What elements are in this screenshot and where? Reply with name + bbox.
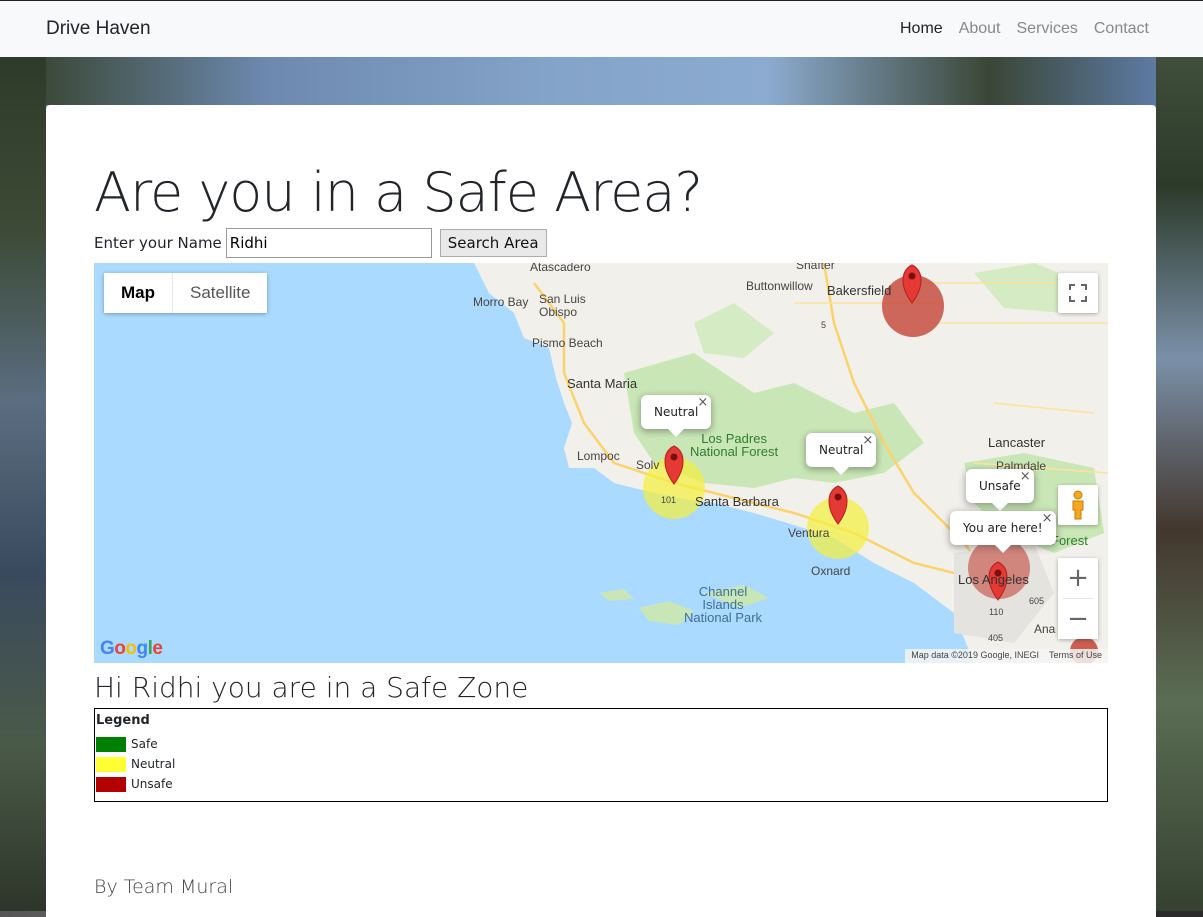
zoom-control: + − [1058,558,1098,639]
pegman-icon [1072,490,1084,520]
label-channel-islands: Channel Islands National Park [684,584,763,625]
legend-item-unsafe: Unsafe [96,774,1106,794]
nav-about[interactable]: About [951,20,1009,38]
route-110-shield: 110 [989,607,1004,617]
label-lancaster: Lancaster [988,435,1046,450]
name-label: Enter your Name [94,234,222,252]
street-view-pegman[interactable] [1058,485,1098,525]
legend-swatch-neutral [96,756,126,772]
route-405-shield: 405 [988,633,1004,643]
route-101-shield: 101 [661,495,677,505]
name-form: Enter your Name Search Area [94,228,547,258]
label-santa-maria: Santa Maria [567,376,638,391]
background-image-right [1156,57,1203,917]
label-atascadero: Atascadero [530,263,591,274]
label-morro-bay: Morro Bay [473,295,529,309]
infowindow-neutral-solvang[interactable]: Neutral × [641,395,712,437]
legend-item-neutral: Neutral [96,754,1106,774]
label-san-luis-obispo: San Luis Obispo [539,292,586,319]
close-icon[interactable]: × [1042,511,1053,526]
label-lompoc: Lompoc [577,449,620,463]
legend-swatch-unsafe [96,776,126,792]
legend-label: Unsafe [131,777,173,791]
map-type-control: Map Satellite [104,273,268,313]
label-anaheim: Ana [1034,622,1056,636]
infowindow-text: Unsafe [979,479,1021,493]
route-605-shield: 605 [1029,596,1045,606]
label-solvang: Solv [636,458,660,472]
close-icon[interactable]: × [1020,469,1031,484]
map-type-map-button[interactable]: Map [104,273,173,313]
map-data-credit: Map data ©2019 Google, INEGI [911,650,1039,660]
nav-links: Home About Services Contact [892,20,1157,38]
infowindow-you-are-here[interactable]: You are here! × [950,511,1056,553]
infowindow-text: You are here! [963,521,1043,535]
infowindow-text: Neutral [819,443,864,457]
close-icon[interactable]: × [697,395,708,410]
google-map[interactable]: Atascadero Shafter Buttonwillow Bakersfi… [94,263,1108,663]
label-los-angeles: Los Angeles [958,572,1029,587]
label-buttonwillow: Buttonwillow [746,279,813,293]
fullscreen-button[interactable] [1058,273,1098,313]
zoom-in-button[interactable]: + [1058,558,1098,598]
label-ventura: Ventura [788,526,830,540]
background-image-left [0,57,46,917]
infowindow-neutral-ventura[interactable]: Neutral × [806,433,877,475]
island-san-miguel [599,589,634,601]
route-5-shield: 5 [821,320,827,330]
zoom-out-button[interactable]: − [1058,599,1098,639]
label-shafter: Shafter [796,263,835,272]
legend-swatch-safe [96,736,126,752]
legend-title: Legend [96,713,150,728]
google-logo[interactable]: Google [100,638,163,660]
label-bakersfield: Bakersfield [827,283,892,298]
label-los-padres: Los Padres National Forest [690,431,779,459]
label-forest: Forest [1051,533,1088,548]
terms-of-use-link[interactable]: Terms of Use [1049,650,1102,662]
fullscreen-icon [1069,284,1087,302]
navbar: Drive Haven Home About Services Contact [0,0,1203,57]
name-input[interactable] [225,228,432,258]
map-base-layer [474,263,1108,663]
legend-item-safe: Safe [96,734,1106,754]
page-title: Are you in a Safe Area? [94,161,703,224]
label-santa-barbara: Santa Barbara [695,494,779,509]
map-attribution: Map data ©2019 Google, INEGI Terms of Us… [905,649,1108,663]
infowindow-text: Neutral [654,405,699,419]
map-type-satellite-button[interactable]: Satellite [173,273,268,313]
background-image-top [46,57,1156,105]
label-oxnard: Oxnard [811,564,851,578]
main-card: Are you in a Safe Area? Enter your Name … [46,105,1156,917]
label-pismo-beach: Pismo Beach [532,336,603,350]
legend-box: Legend Safe Neutral Unsafe [94,708,1108,802]
brand-link[interactable]: Drive Haven [46,18,151,40]
footer-credit: By Team Mural [94,876,234,898]
nav-services[interactable]: Services [1009,20,1086,38]
nav-contact[interactable]: Contact [1086,20,1157,38]
legend-label: Safe [131,737,158,751]
close-icon[interactable]: × [862,433,873,448]
nav-home[interactable]: Home [892,20,951,38]
search-area-button[interactable]: Search Area [439,229,547,257]
zone-result: Hi Ridhi you are in a Safe Zone [94,671,529,704]
legend-label: Neutral [131,757,176,771]
infowindow-unsafe[interactable]: Unsafe × [966,469,1034,511]
